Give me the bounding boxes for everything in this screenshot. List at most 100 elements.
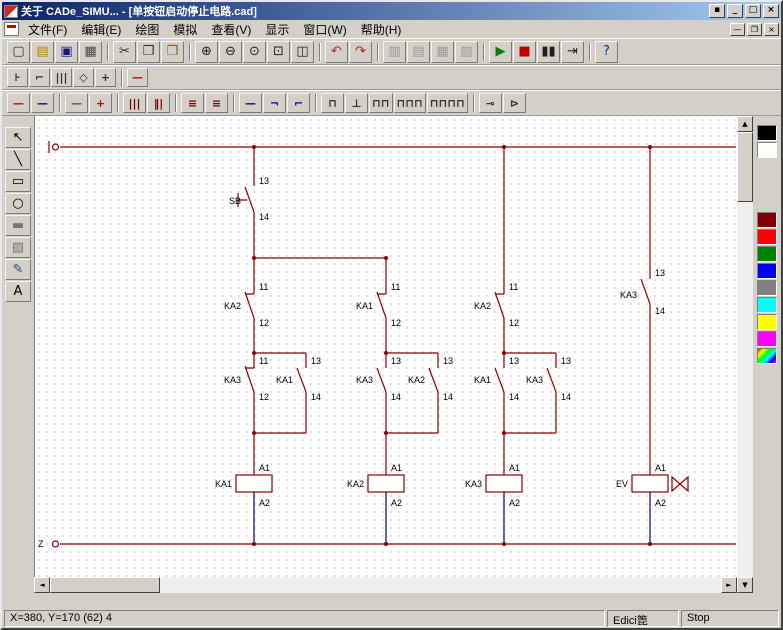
rectangle-tool-button[interactable]: ▭ <box>5 171 31 192</box>
simulate-pause-button[interactable]: ▮▮ <box>537 41 560 63</box>
symbol-terminal-button[interactable]: ⊸ <box>479 93 502 113</box>
disabled-tool-2-button[interactable]: ▤ <box>407 41 430 63</box>
symbol-wire-red-button[interactable]: — <box>7 93 30 113</box>
scroll-right-arrow[interactable]: ► <box>721 577 737 593</box>
paste-button[interactable]: ❒ <box>161 41 184 63</box>
window-extra-button[interactable]: ▪ <box>709 4 725 18</box>
horizontal-scrollbar[interactable]: ◄ ► <box>34 577 737 593</box>
mdi-minimize-button[interactable]: — <box>730 23 745 36</box>
save-button[interactable]: ▣ <box>55 41 78 63</box>
vertical-scrollbar[interactable]: ▲ ▼ <box>737 116 753 593</box>
filled-rect-tool-button[interactable]: ▬ <box>5 215 31 236</box>
mdi-restore-button[interactable]: ❐ <box>747 23 762 36</box>
simulate-stop-button[interactable]: ■ <box>513 41 536 63</box>
symbol-wire-gray-button[interactable]: — <box>65 93 88 113</box>
ellipse-tool-button[interactable]: ○ <box>5 193 31 214</box>
cut-button[interactable]: ✂ <box>113 41 136 63</box>
disabled-tool-1-button[interactable]: ▥ <box>383 41 406 63</box>
coil-ev-valve[interactable]: A1 EV A2 <box>616 463 688 544</box>
wire-draw-button[interactable]: — <box>127 68 148 87</box>
scroll-up-arrow[interactable]: ▲ <box>737 116 753 132</box>
library-blocks-button[interactable]: ◇ <box>73 68 94 87</box>
print-button[interactable]: ▦ <box>79 41 102 63</box>
parallel-contacts-b1[interactable]: 11 KA3 12 13 KA1 14 <box>224 353 321 475</box>
parallel-contacts-b3[interactable]: 13 KA1 14 13 KA3 14 <box>474 353 571 475</box>
library-lines-button[interactable]: ⊦ <box>7 68 28 87</box>
fill-tool-button[interactable]: ▨ <box>5 237 31 258</box>
horizontal-scroll-thumb[interactable] <box>50 577 160 593</box>
menu-simulate[interactable]: 模拟 <box>166 20 204 39</box>
coil-ka3[interactable]: A1 KA3 A2 <box>465 463 522 544</box>
line-tool-button[interactable]: ╲ <box>5 149 31 170</box>
pencil-tool-button[interactable]: ✎ <box>5 259 31 280</box>
menu-view[interactable]: 查看(V) <box>204 20 258 39</box>
color-swatch-magenta[interactable] <box>757 331 777 347</box>
symbol-pole4-button[interactable]: ⊓⊓⊓⊓ <box>427 93 468 113</box>
scroll-down-arrow[interactable]: ▼ <box>737 577 753 593</box>
color-swatch-red[interactable] <box>757 229 777 245</box>
close-button[interactable]: × <box>763 4 779 18</box>
simulate-step-button[interactable]: ⇥ <box>561 41 584 63</box>
disabled-tool-3-button[interactable]: ▦ <box>431 41 454 63</box>
symbol-pole1-button[interactable]: ⊓ <box>321 93 344 113</box>
library-contacts-button[interactable]: ||| <box>51 68 72 87</box>
color-swatch-maroon[interactable] <box>757 212 777 228</box>
symbol-wire-blue2-button[interactable]: — <box>239 93 262 113</box>
title-bar[interactable]: 关于 CADe_SIMU... - [单按钮启动停止电路.cad] ▪ _ □ … <box>2 2 781 20</box>
color-swatch-black[interactable] <box>757 125 777 141</box>
zoom-out-button[interactable]: ⊖ <box>219 41 242 63</box>
open-button[interactable]: ▤ <box>31 41 54 63</box>
color-swatch-white[interactable] <box>757 142 777 158</box>
menu-window[interactable]: 窗口(W) <box>296 20 353 39</box>
color-swatch-gray[interactable] <box>757 280 777 296</box>
coil-ka1[interactable]: A1 KA1 A2 <box>215 463 272 544</box>
color-swatch-yellow[interactable] <box>757 314 777 330</box>
symbol-contact-no-button[interactable]: ¬ <box>263 93 286 113</box>
contact-ka3-b4[interactable]: 13 KA3 14 <box>620 147 665 475</box>
symbol-pole2-button[interactable]: ⊓⊓ <box>369 93 393 113</box>
simulate-play-button[interactable]: ▶ <box>489 41 512 63</box>
select-tool-button[interactable]: ↖ <box>5 127 31 148</box>
symbol-bus-bars-button[interactable]: ≡ <box>181 93 204 113</box>
zoom-window-button[interactable]: ⊙ <box>243 41 266 63</box>
color-swatch-blue[interactable] <box>757 263 777 279</box>
parallel-contacts-b2[interactable]: 13 KA3 14 13 KA2 14 <box>356 353 453 475</box>
mdi-close-button[interactable]: × <box>764 23 779 36</box>
new-button[interactable]: ▢ <box>7 41 30 63</box>
symbol-diode-button[interactable]: ⊳ <box>503 93 526 113</box>
document-icon[interactable] <box>4 22 19 36</box>
print-preview-button[interactable]: ◫ <box>291 41 314 63</box>
component-sb-pushbutton[interactable]: 13 SB 14 <box>229 147 269 294</box>
color-swatch-custom[interactable] <box>757 348 777 364</box>
menu-edit[interactable]: 编辑(E) <box>74 20 128 39</box>
menu-file[interactable]: 文件(F) <box>21 20 74 39</box>
contact-ka2-b1[interactable]: 11 KA2 12 <box>224 282 269 353</box>
contact-ka1-b2[interactable]: 11 KA1 12 <box>356 258 401 353</box>
maximize-button[interactable]: □ <box>745 4 761 18</box>
disabled-tool-4-button[interactable]: ▧ <box>455 41 478 63</box>
menu-help[interactable]: 帮助(H) <box>354 20 409 39</box>
symbol-contact-bank3-button[interactable]: ||| <box>123 93 146 113</box>
power-rail-top[interactable] <box>49 141 736 153</box>
menu-display[interactable]: 显示 <box>258 20 296 39</box>
color-swatch-cyan[interactable] <box>757 297 777 313</box>
library-junctions-button[interactable]: + <box>95 68 116 87</box>
symbol-bus-bars2-button[interactable]: ≡ <box>205 93 228 113</box>
symbol-pole3-button[interactable]: ⊓⊓⊓ <box>394 93 426 113</box>
coil-ka2[interactable]: A1 KA2 A2 <box>347 463 404 544</box>
symbol-junction-button[interactable]: + <box>89 93 112 113</box>
redo-button[interactable]: ↷ <box>349 41 372 63</box>
symbol-contact-bank2-button[interactable]: ‖| <box>147 93 170 113</box>
contact-ka2-b3[interactable]: 11 KA2 12 <box>474 147 519 353</box>
help-button[interactable]: ? <box>595 41 618 63</box>
minimize-button[interactable]: _ <box>727 4 743 18</box>
color-swatch-green[interactable] <box>757 246 777 262</box>
menu-draw[interactable]: 绘图 <box>128 20 166 39</box>
zoom-in-button[interactable]: ⊕ <box>195 41 218 63</box>
zoom-extents-button[interactable]: ⊡ <box>267 41 290 63</box>
library-power-button[interactable]: ⌐ <box>29 68 50 87</box>
schematic-canvas[interactable]: Z 13 SB 14 11 KA2 12 <box>34 116 737 577</box>
schematic-svg[interactable]: Z 13 SB 14 11 KA2 12 <box>35 116 738 577</box>
scroll-left-arrow[interactable]: ◄ <box>34 577 50 593</box>
symbol-wire-blue-button[interactable]: — <box>31 93 54 113</box>
